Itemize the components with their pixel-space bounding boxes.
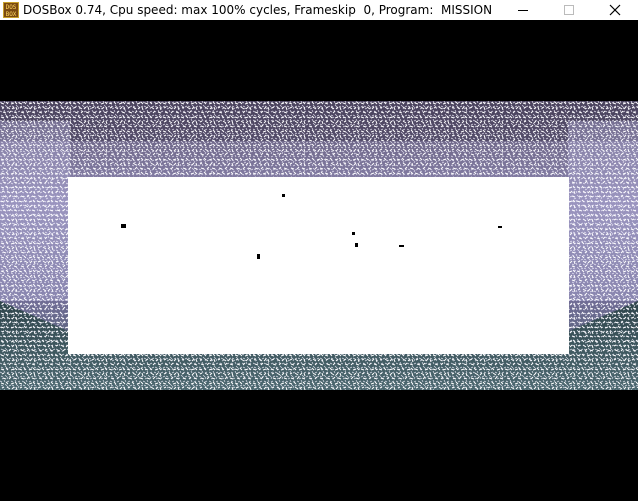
speck xyxy=(355,243,358,247)
speck xyxy=(282,194,285,197)
window-title: DOSBox 0.74, Cpu speed: max 100% cycles,… xyxy=(23,3,493,17)
minimize-icon xyxy=(518,10,528,11)
game-viewport[interactable] xyxy=(0,20,638,501)
dosbox-window: DOS BOX DOSBox 0.74, Cpu speed: max 100%… xyxy=(0,0,638,501)
maximize-icon xyxy=(564,5,574,15)
minimize-button[interactable] xyxy=(500,0,546,20)
window-controls xyxy=(500,0,638,20)
close-icon xyxy=(609,4,621,16)
maximize-button[interactable] xyxy=(546,0,592,20)
speck xyxy=(352,232,355,235)
dosbox-icon: DOS BOX xyxy=(3,2,19,18)
svg-text:DOS: DOS xyxy=(6,4,17,11)
speck xyxy=(121,224,126,228)
title-bar[interactable]: DOS BOX DOSBox 0.74, Cpu speed: max 100%… xyxy=(0,0,638,20)
speck xyxy=(498,226,502,228)
speck xyxy=(399,245,404,247)
svg-text:BOX: BOX xyxy=(6,11,17,18)
close-button[interactable] xyxy=(592,0,638,20)
speck xyxy=(257,254,260,259)
mission-view-panel xyxy=(68,177,569,354)
